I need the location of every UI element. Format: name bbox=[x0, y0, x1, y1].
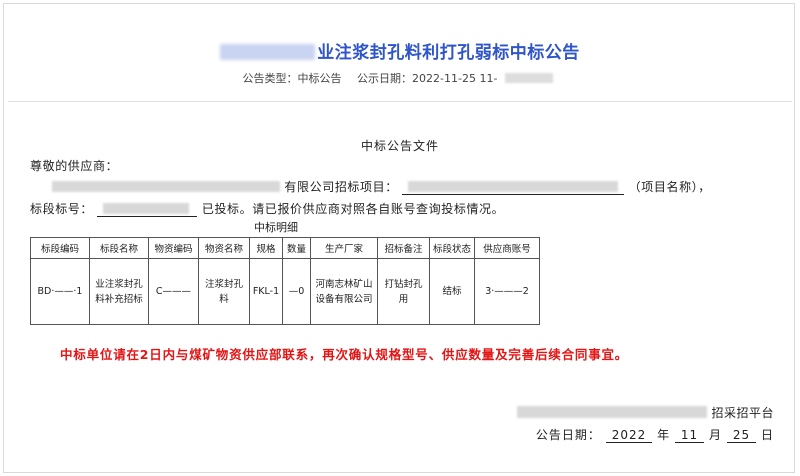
footer-date-year-unit: 年 bbox=[657, 428, 671, 442]
col-header-qty: 数量 bbox=[282, 237, 311, 259]
detail-caption: 中标明细 bbox=[254, 221, 298, 234]
footer-date-year: 2022 bbox=[605, 428, 653, 443]
project-name-field bbox=[402, 180, 625, 195]
detail-table: 标段编码 标段名称 物资编码 物资名称 规格 数量 生产厂家 招标备注 标段状态… bbox=[30, 237, 540, 325]
cell-lot-code: BD·——·1 bbox=[30, 258, 90, 325]
project-name-suffix: （项目名称）， bbox=[628, 180, 711, 194]
footer-date-month: 11 bbox=[674, 428, 705, 443]
announcement-type: 公告类型：中标公告 bbox=[242, 72, 342, 85]
cell-qty: —0 bbox=[282, 258, 311, 325]
header-divider bbox=[8, 101, 792, 102]
document-title: 中标公告文件 bbox=[360, 139, 439, 153]
footer-date-label: 公告日期： bbox=[535, 428, 601, 442]
project-line: 有限公司招标项目： （项目名称）， bbox=[52, 178, 711, 195]
col-header-manufacturer: 生产厂家 bbox=[310, 237, 378, 259]
footer-organization: 招采招平台 bbox=[517, 404, 774, 421]
footer-date: 公告日期： 2022 年 11 月 25 日 bbox=[536, 426, 774, 443]
col-header-lot-code: 标段编码 bbox=[30, 237, 90, 259]
cell-lot-name: 业注浆封孔料补充招标 bbox=[89, 258, 149, 325]
table-header-row: 标段编码 标段名称 物资编码 物资名称 规格 数量 生产厂家 招标备注 标段状态… bbox=[30, 237, 540, 259]
cell-material-name: 注浆封孔料 bbox=[198, 258, 250, 325]
table-row: BD·——·1 业注浆封孔料补充招标 C——— 注浆封孔料 FKL-1 —0 河… bbox=[30, 258, 540, 325]
footer-date-month-unit: 月 bbox=[709, 428, 723, 442]
cell-status: 结标 bbox=[429, 258, 475, 325]
footer-date-day: 25 bbox=[726, 428, 757, 443]
cell-remark: 打钻封孔用 bbox=[377, 258, 430, 325]
cell-spec: FKL-1 bbox=[249, 258, 283, 325]
redacted-title-prefix bbox=[220, 44, 316, 60]
lot-number-field bbox=[97, 202, 198, 217]
greeting: 尊敬的供应商： bbox=[30, 159, 119, 173]
col-header-material-name: 物资名称 bbox=[198, 237, 250, 259]
col-header-spec: 规格 bbox=[249, 237, 283, 259]
col-header-lot-name: 标段名称 bbox=[89, 237, 149, 259]
cell-material-code: C——— bbox=[148, 258, 199, 325]
col-header-material-code: 物资编码 bbox=[148, 237, 199, 259]
cell-account: 3·———2 bbox=[474, 258, 540, 325]
col-header-account: 供应商账号 bbox=[474, 237, 540, 259]
redacted-lot-number bbox=[103, 203, 190, 214]
company-suffix: 有限公司招标项目： bbox=[284, 180, 398, 194]
announcement-time: 公示日期：2022-11-25 11- bbox=[353, 72, 557, 85]
footer-organization-text: 招采招平台 bbox=[711, 406, 774, 420]
lot-line-suffix: 已投标。请已报价供应商对照各自账号查询投标情况。 bbox=[201, 202, 505, 216]
notice-text: 中标单位请在2日内与煤矿物资供应部联系，再次确认规格型号、供应数量及完善后续合同… bbox=[60, 347, 629, 362]
page-title-text: 业注浆封孔料利打孔弱标中标公告 bbox=[317, 43, 580, 63]
cell-manufacturer: 河南志林矿山设备有限公司 bbox=[310, 258, 378, 325]
redacted-organization bbox=[517, 406, 708, 418]
col-header-status: 标段状态 bbox=[429, 237, 475, 259]
lot-number-label: 标段标号： bbox=[30, 202, 94, 216]
page-title: 业注浆封孔料利打孔弱标中标公告 bbox=[0, 38, 800, 63]
redacted-project-name bbox=[408, 181, 619, 192]
announcement-meta: 公告类型：中标公告 公示日期：2022-11-25 11- bbox=[0, 70, 800, 86]
lot-line: 标段标号： 已投标。请已报价供应商对照各自账号查询投标情况。 bbox=[30, 200, 504, 217]
redacted-company bbox=[52, 181, 280, 192]
footer-date-day-unit: 日 bbox=[760, 428, 774, 442]
col-header-remark: 招标备注 bbox=[377, 237, 430, 259]
